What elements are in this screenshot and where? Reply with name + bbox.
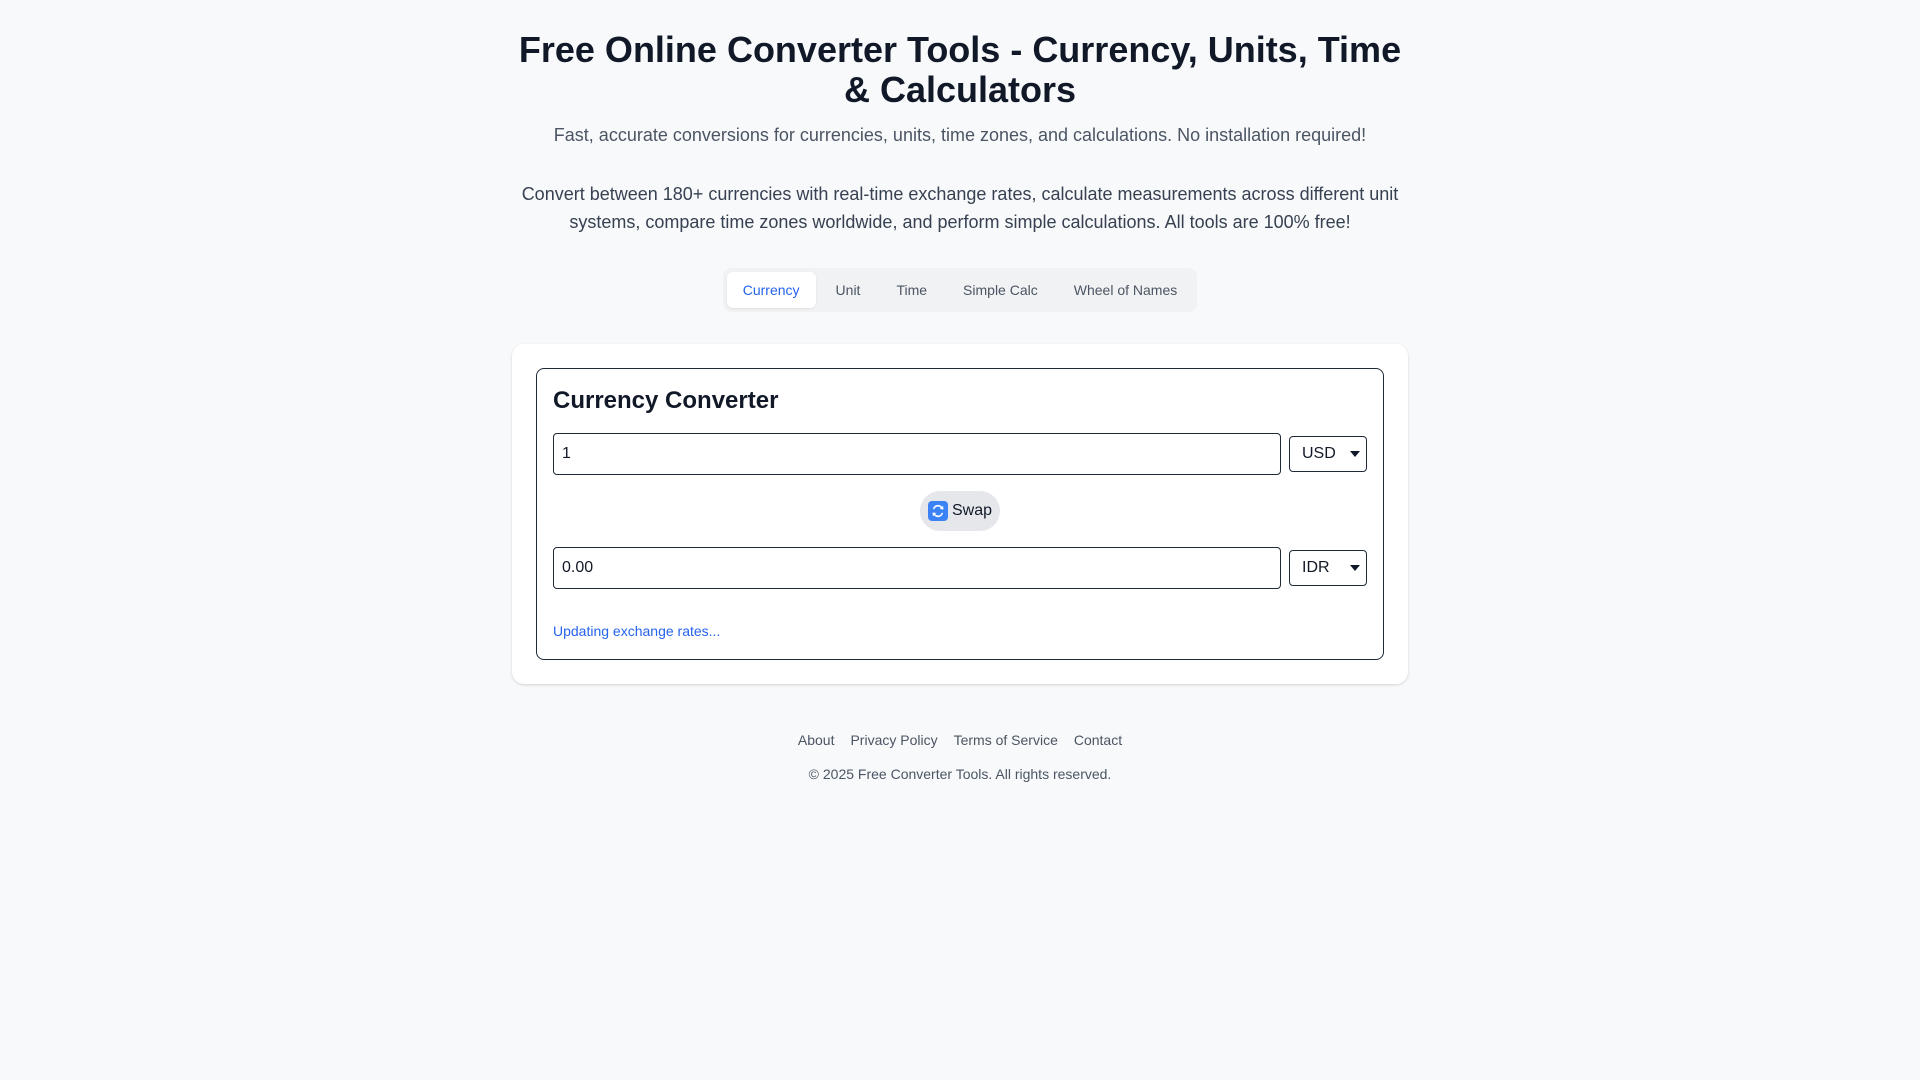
page-title: Free Online Converter Tools - Currency, …: [518, 29, 1402, 110]
currency-converter: Currency Converter USD Swap: [536, 368, 1384, 660]
from-amount-input[interactable]: [553, 433, 1281, 475]
swap-wrap: Swap: [553, 491, 1367, 531]
footer-link-contact[interactable]: Contact: [1074, 732, 1122, 748]
to-currency-value: IDR: [1302, 559, 1330, 576]
swap-button[interactable]: Swap: [919, 491, 1001, 531]
from-row: USD: [553, 433, 1367, 475]
tab-unit[interactable]: Unit: [820, 272, 877, 308]
tab-currency[interactable]: Currency: [726, 272, 816, 308]
page-description: Convert between 180+ currencies with rea…: [521, 184, 1399, 232]
swap-label: Swap: [951, 502, 993, 519]
tool-tabs: Currency Unit Time Simple Calc Wheel of …: [722, 268, 1198, 312]
copyright: © 2025 Free Converter Tools. All rights …: [808, 766, 1112, 782]
footer-links: About Privacy Policy Terms of Service Co…: [510, 732, 1410, 748]
chevron-down-icon: [1350, 451, 1360, 457]
tab-wheel-of-names[interactable]: Wheel of Names: [1058, 272, 1193, 308]
from-currency-select[interactable]: USD: [1289, 436, 1367, 472]
footer-link-about[interactable]: About: [798, 732, 835, 748]
swap-arrows-icon: [927, 501, 948, 521]
footer-link-terms-of-service[interactable]: Terms of Service: [954, 732, 1058, 748]
to-row: IDR: [553, 547, 1367, 589]
footer: About Privacy Policy Terms of Service Co…: [510, 732, 1410, 782]
converter-card: Currency Converter USD Swap: [512, 344, 1408, 684]
page-subtitle: Fast, accurate conversions for currencie…: [553, 125, 1367, 145]
chevron-down-icon: [1350, 565, 1360, 571]
from-currency-value: USD: [1302, 445, 1336, 462]
tab-simple-calc[interactable]: Simple Calc: [947, 272, 1054, 308]
converter-title: Currency Converter: [553, 387, 779, 414]
to-amount-input[interactable]: [553, 547, 1281, 589]
tab-time[interactable]: Time: [880, 272, 943, 308]
to-currency-select[interactable]: IDR: [1289, 550, 1367, 586]
rates-status: Updating exchange rates...: [553, 623, 721, 639]
footer-link-privacy-policy[interactable]: Privacy Policy: [850, 732, 937, 748]
page: Free Online Converter Tools - Currency, …: [510, 0, 1410, 782]
